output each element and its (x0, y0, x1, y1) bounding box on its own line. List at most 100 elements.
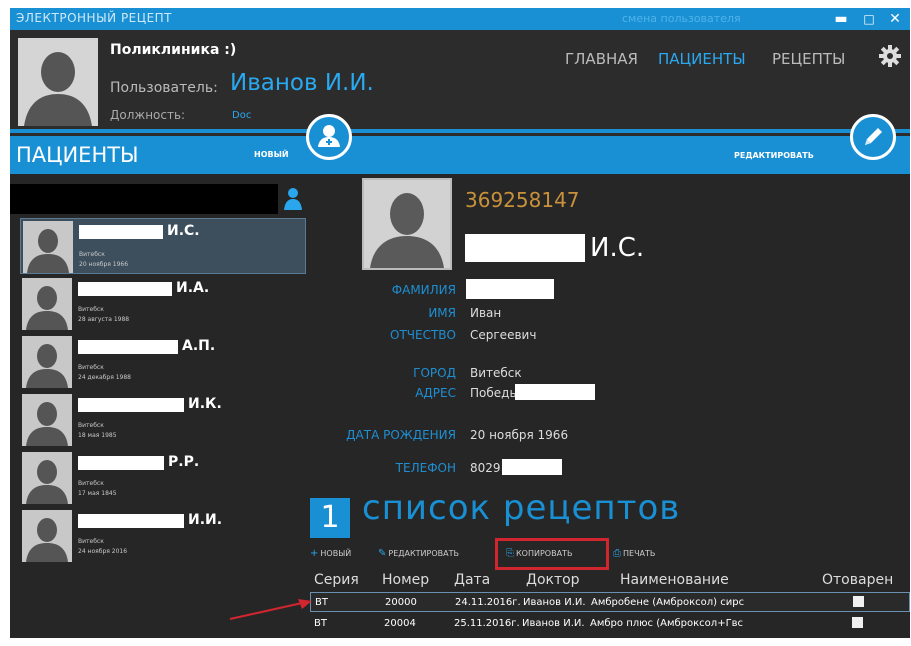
patient-dob: 28 августа 1988 (78, 316, 130, 323)
accent-line (10, 129, 910, 133)
header: Поликлиника :) Пользователь: Иванов И.И.… (10, 30, 910, 136)
field-value-surname (466, 279, 554, 299)
title-bar: ЭЛЕКТРОННЫЙ РЕЦЕПТ смена пользователя ▬ … (10, 8, 910, 30)
change-user-link[interactable]: смена пользователя (622, 12, 741, 25)
cell-date: 24.11.2016г. (455, 597, 521, 608)
patient-initials: Р.Р. (168, 454, 200, 470)
nav-main[interactable]: ГЛАВНАЯ (565, 50, 638, 68)
user-name: Иванов И.И. (230, 70, 374, 96)
column-header-number[interactable]: Номер (382, 572, 429, 588)
patient-photo (23, 221, 73, 273)
cell-number: 20004 (384, 618, 416, 629)
print-icon: ⎙ (613, 548, 621, 559)
field-label-phone: ТЕЛЕФОН (395, 461, 456, 475)
patient-photo (22, 394, 72, 446)
patient-dob: 24 декабря 1988 (78, 374, 131, 381)
person-search-icon[interactable] (282, 186, 304, 216)
gear-icon[interactable] (878, 44, 902, 72)
redacted-surname (78, 456, 164, 470)
dispensed-checkbox[interactable] (852, 617, 863, 628)
patient-item[interactable]: И.И. Витебск 24 ноября 2016 (20, 508, 306, 564)
patient-item[interactable]: И.К. Витебск 18 мая 1985 (20, 392, 306, 448)
panel-header-bar (310, 136, 910, 174)
redacted-phone (502, 459, 562, 475)
redacted-surname (78, 514, 184, 528)
edit-patient-label[interactable]: РЕДАКТИРОВАТЬ (734, 151, 814, 160)
pencil-icon (865, 128, 882, 145)
nav-recipes[interactable]: РЕЦЕПТЫ (772, 50, 845, 68)
field-label-birthdate: ДАТА РОЖДЕНИЯ (346, 428, 456, 442)
field-value-city: Витебск (470, 366, 522, 380)
column-header-doctor[interactable]: Доктор (526, 572, 580, 588)
patient-city: Витебск (78, 422, 104, 429)
field-label-city: ГОРОД (413, 366, 456, 380)
redacted-address (515, 384, 595, 400)
clinic-name: Поликлиника :) (110, 42, 237, 58)
cell-doctor: Иванов И.И. (523, 597, 586, 608)
redacted-surname (79, 225, 163, 239)
patient-id: 369258147 (465, 188, 580, 212)
field-value-phone: 8029 (470, 461, 501, 475)
patient-item[interactable]: Р.Р. Витебск 17 мая 1845 (20, 450, 306, 506)
column-header-name[interactable]: Наименование (620, 572, 729, 588)
recipe-count-badge: 1 (310, 498, 350, 538)
patient-initials: И.А. (176, 280, 210, 296)
add-patient-button[interactable] (306, 114, 352, 160)
redacted-surname (78, 282, 172, 296)
window-title: ЭЛЕКТРОННЫЙ РЕЦЕПТ (16, 11, 173, 25)
red-arrow-annotation (228, 593, 314, 627)
cell-name: Амбро плюс (Амброксол+Гвс (590, 618, 744, 629)
edit-recipe-button[interactable]: ✎ РЕДАКТИРОВАТЬ (378, 548, 459, 559)
new-recipe-label: НОВЫЙ (320, 549, 352, 558)
cell-series: BT (314, 618, 327, 629)
dispensed-checkbox[interactable] (853, 596, 864, 607)
new-recipe-button[interactable]: + НОВЫЙ (310, 548, 351, 559)
table-row[interactable]: BT 20000 24.11.2016г. Иванов И.И. Амброб… (310, 592, 910, 612)
redacted-surname (78, 398, 184, 412)
cell-doctor: Иванов И.И. (522, 618, 585, 629)
print-recipe-button[interactable]: ⎙ ПЕЧАТЬ (613, 548, 655, 559)
maximize-button[interactable]: □ (858, 9, 880, 29)
redacted-surname (465, 234, 585, 262)
nav-patients[interactable]: ПАЦИЕНТЫ (658, 50, 746, 68)
patient-initials-large: И.С. (590, 233, 645, 263)
patient-initials: И.И. (188, 512, 223, 528)
patient-city: Витебск (78, 538, 104, 545)
field-value-name: Иван (470, 306, 502, 320)
field-value-birthdate: 20 ноября 1966 (470, 428, 569, 442)
position-value: Doc (232, 110, 252, 121)
close-button[interactable]: ✕ (884, 9, 906, 29)
cell-name: Амбробене (Амброксол) сирс (591, 597, 745, 608)
minimize-button[interactable]: ▬ (830, 9, 852, 29)
patient-item[interactable]: А.П. Витебск 24 декабря 1988 (20, 334, 306, 390)
app-window: ЭЛЕКТРОННЫЙ РЕЦЕПТ смена пользователя ▬ … (10, 8, 910, 638)
patient-dob: 24 ноября 2016 (78, 548, 128, 555)
patient-photo (22, 510, 72, 562)
field-label-name: ИМЯ (428, 306, 456, 320)
recipe-list-title: список рецептов (362, 488, 681, 528)
patient-city: Витебск (78, 480, 104, 487)
print-recipe-label: ПЕЧАТЬ (623, 549, 656, 558)
patient-initials: И.К. (188, 396, 222, 412)
user-label: Пользователь: (110, 80, 218, 96)
patient-city: Витебск (78, 364, 104, 371)
new-patient-label[interactable]: НОВЫЙ (254, 150, 289, 159)
patient-dob: 20 ноября 1966 (79, 261, 129, 268)
patient-search-input[interactable] (10, 184, 278, 214)
edit-recipe-label: РЕДАКТИРОВАТЬ (388, 549, 459, 558)
column-header-date[interactable]: Дата (454, 572, 490, 588)
table-row[interactable]: BT 20004 25.11.2016г. Иванов И.И. Амбро … (310, 614, 910, 634)
field-label-patronymic: ОТЧЕСТВО (390, 328, 456, 342)
panel-header: ПАЦИЕНТЫ НОВЫЙ РЕДАКТИРОВАТЬ (10, 136, 910, 174)
column-header-series[interactable]: Серия (314, 572, 359, 588)
cell-date: 25.11.2016г. (454, 618, 520, 629)
patient-photo (22, 452, 72, 504)
patient-item[interactable]: И.С. Витебск 20 ноября 1966 (20, 218, 306, 274)
patient-initials: И.С. (167, 223, 200, 239)
field-value-address: Победы (470, 386, 519, 400)
patient-item[interactable]: И.А. Витебск 28 августа 1988 (20, 276, 306, 332)
patient-city: Витебск (79, 251, 105, 258)
edit-patient-button[interactable] (850, 114, 896, 160)
column-header-dispensed[interactable]: Отоварен (822, 572, 893, 588)
patient-photo (22, 278, 72, 330)
